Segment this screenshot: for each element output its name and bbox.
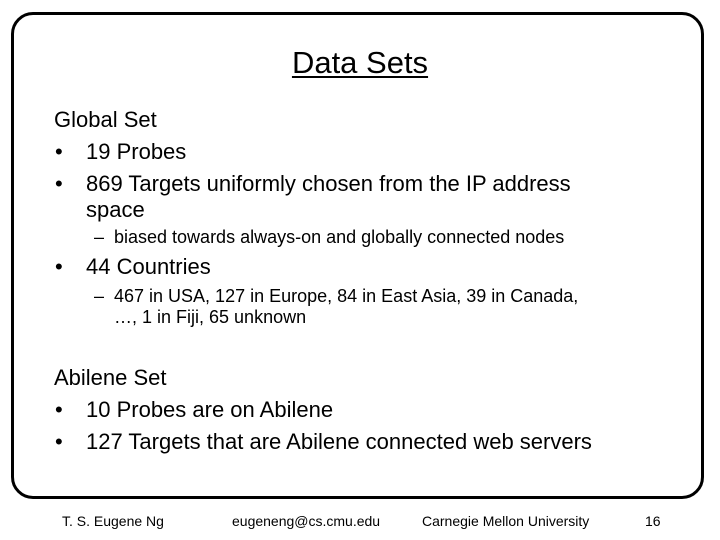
bullet-text: 127 Targets that are Abilene connected w… [86,429,592,454]
bullet-marker: • [55,397,63,422]
global-set-heading: Global Set [54,107,157,132]
abilene-set-heading: Abilene Set [54,365,167,390]
bullet-marker: • [55,139,63,164]
sub-bullet-text: …, 1 in Fiji, 65 unknown [114,307,307,327]
slide-title: Data Sets [291,45,429,80]
bullet-text: 10 Probes are on Abilene [86,397,334,422]
footer-page-number: 16 [645,513,661,529]
footer-email: eugeneng@cs.cmu.edu [232,513,381,529]
bullet-marker: • [55,429,63,454]
footer-author: T. S. Eugene Ng [62,513,164,529]
bullet-marker: • [55,171,63,196]
bullet-text: space [86,197,145,222]
sub-bullet-marker: – [94,227,105,247]
bullet-marker: • [55,254,63,279]
bullet-text: 19 Probes [86,139,187,164]
sub-bullet-marker: – [94,286,105,306]
bullet-text: 44 Countries [86,254,211,279]
sub-bullet-text: biased towards always-on and globally co… [114,227,565,247]
footer-institution: Carnegie Mellon University [422,513,590,529]
bullet-text: 869 Targets uniformly chosen from the IP… [86,171,571,196]
sub-bullet-text: 467 in USA, 127 in Europe, 84 in East As… [114,286,579,306]
